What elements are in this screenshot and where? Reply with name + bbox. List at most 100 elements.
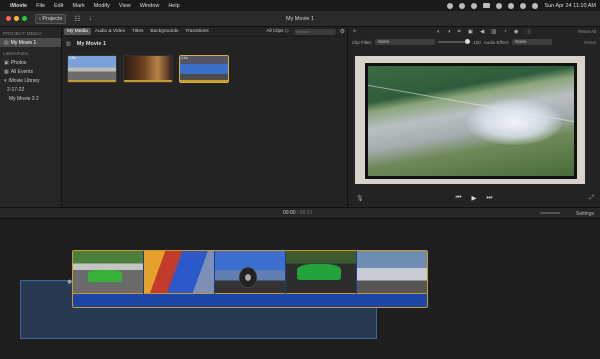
fullscreen-icon[interactable]: ⤢ [589,195,594,202]
tab-my-media[interactable]: My Media [64,28,91,35]
control-center-icon[interactable] [520,2,527,9]
sidebar-item-my-movie-3-2[interactable]: My Movie 3 2 [0,94,61,103]
filmstrip-frame [357,251,427,295]
skip-back-icon[interactable]: ⏮ [456,194,462,202]
timeline-header: 00:00 / 00:22 Settings [0,207,600,219]
timeline[interactable]: ✥ [0,219,600,359]
close-window-button[interactable] [6,16,11,21]
menu-file[interactable]: File [36,3,45,9]
clip-filter-dropdown[interactable]: All Clips ◇ [266,29,288,34]
sidebar-item-label: iMovie Library [8,77,40,84]
volume-slider[interactable] [438,39,471,44]
filmstrip-frame [215,251,285,295]
battery-icon[interactable] [483,3,491,8]
menu-window[interactable]: Window [140,3,160,9]
media-clip-thumbnail[interactable]: 4.1s [179,55,229,83]
timeline-zoom-slider[interactable] [540,212,560,214]
library-list-icon[interactable]: ☷ [74,15,80,23]
microphone-icon[interactable]: 🎙 [356,195,364,202]
total-duration: / 00:22 [296,210,313,216]
color-balance-icon[interactable]: ◐ [437,29,440,35]
wheel-shape [238,266,257,288]
sidebar-item-project[interactable]: ▤ My Movie 1 [0,38,61,47]
playback-controls: 🎙 ⏮ ▶ ⏭ ⤢ [348,193,600,203]
menubar-clock[interactable]: Sun Apr 24 11:10 AM [544,3,596,9]
media-clip-thumbnail[interactable] [123,55,173,83]
libraries-heading: LIBRARIES [3,51,29,56]
sidebar-item-label: All Events [10,68,33,75]
volume-value: 100 [473,39,481,45]
used-clip-bar [180,80,228,82]
menu-help[interactable]: Help [168,3,179,9]
tab-backgrounds[interactable]: Backgrounds [147,28,181,35]
menu-imovie[interactable]: iMovie [10,3,27,9]
stabilization-icon[interactable]: ▣ [468,29,473,35]
sidebar-item-photos[interactable]: ▣ Photos [0,58,61,67]
siri-icon[interactable] [532,2,539,9]
sidebar-item-imovie-library[interactable]: ▾ iMovie Library [0,76,61,85]
reset-all-button[interactable]: Reset All [578,29,596,34]
settings-gear-icon[interactable]: ⚙ [340,28,345,35]
menu-bar: iMovie File Edit Mark Modify View Window… [0,0,600,11]
play-status-icon[interactable] [471,2,478,9]
color-correction-icon[interactable]: ◑ [447,29,450,35]
reset-button[interactable]: Reset [584,40,596,45]
search-input[interactable]: Search [293,28,336,35]
play-icon[interactable]: ▶ [472,194,477,202]
video-preview[interactable] [355,56,585,184]
sidebar-toggle-icon[interactable]: ▥ [66,41,71,47]
chevron-down-icon[interactable]: ▾ [4,78,7,84]
sidebar-item-event-2-17-22[interactable]: 2-17-22 [0,85,61,94]
clip-filter-icon[interactable]: ◉ [514,29,519,35]
timecode: 00:00 / 00:22 [283,210,312,216]
media-tab-bar: My Media Audio & Video Titles Background… [62,27,347,37]
info-icon[interactable]: ⓘ [526,28,532,36]
tab-transitions[interactable]: Transitions [182,28,211,35]
tab-audio-video[interactable]: Audio & Video [92,28,128,35]
wifi-icon[interactable] [496,2,503,9]
sidebar-item-label: My Movie 1 [10,39,37,46]
media-browser: My Media Audio & Video Titles Background… [62,27,347,207]
current-time: 00:00 [283,210,296,216]
preview-frame [365,63,577,179]
search-icon[interactable] [508,2,515,9]
audio-waveform-track[interactable] [73,294,427,307]
green-car-shape [297,263,341,281]
skip-forward-icon[interactable]: ⏭ [487,194,493,202]
green-car-shape [88,269,122,283]
audio-effect-select[interactable]: None [512,39,553,45]
viewer-panel: ✧ ◐ ◑ ⌗ ▣ ◀ ▥ ◔ ◉ ⓘ Reset All Clip Filte… [347,27,600,207]
tire-smoke-shape [466,99,562,146]
dropbox-icon[interactable] [459,2,466,9]
record-icon[interactable] [447,2,454,9]
menu-modify[interactable]: Modify [94,3,110,9]
minimize-window-button[interactable] [14,16,19,21]
events-icon: ▦ [4,68,9,75]
fullscreen-window-button[interactable] [22,16,27,21]
film-icon: ▤ [4,39,9,46]
noise-reduction-icon[interactable]: ▥ [491,29,496,35]
adjustment-toolbar: ✧ ◐ ◑ ⌗ ▣ ◀ ▥ ◔ ◉ ⓘ Reset All [348,27,600,37]
media-clip-thumbnail[interactable]: 4.5s [67,55,117,83]
timeline-settings-button[interactable]: Settings [576,211,594,217]
clip-duration-label: 4.5s [69,56,76,60]
magic-wand-icon[interactable]: ✧ [352,28,357,35]
status-area: Sun Apr 24 11:10 AM [447,2,596,9]
clip-trim-handle[interactable]: ✥ [67,279,72,286]
clip-filter-select[interactable]: None [375,39,436,45]
sidebar-item-label: 2-17-22 [7,86,25,93]
tab-titles[interactable]: Titles [129,28,146,35]
menu-edit[interactable]: Edit [54,3,63,9]
menu-view[interactable]: View [119,3,131,9]
speed-icon[interactable]: ◔ [503,29,506,35]
menu-mark[interactable]: Mark [72,3,84,9]
used-clip-bar [68,80,116,82]
import-icon[interactable]: ↓ [89,15,93,22]
crop-icon[interactable]: ⌗ [458,29,461,36]
projects-button[interactable]: ‹ Projects [35,13,67,24]
clip-filmstrip [73,251,427,295]
audio-effect-label: Audio Effect: [483,39,510,45]
sidebar-item-all-events[interactable]: ▦ All Events [0,67,61,76]
timeline-clip[interactable] [72,250,428,308]
volume-icon[interactable]: ◀ [480,29,484,35]
